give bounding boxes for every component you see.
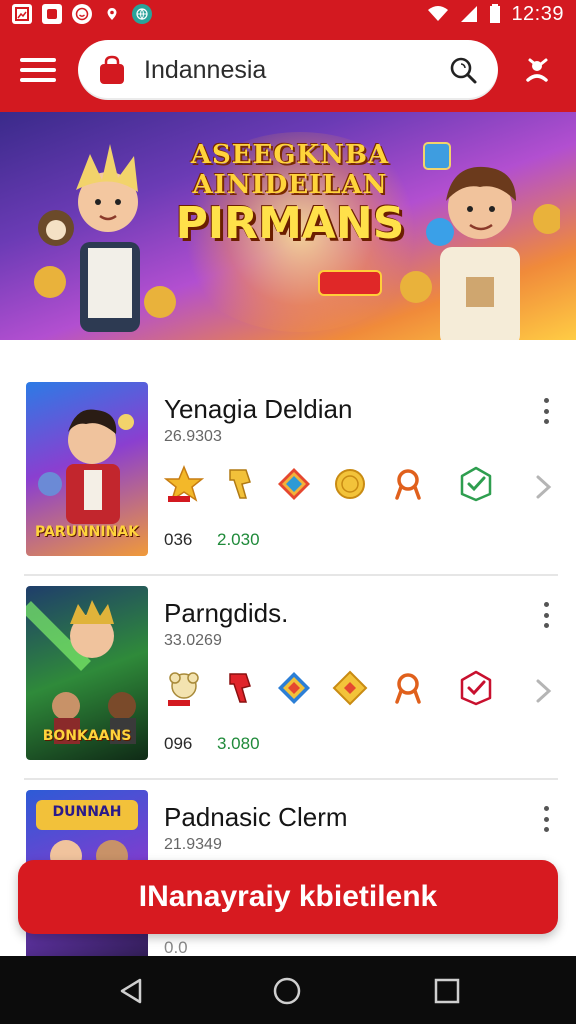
gem-icon <box>332 670 368 706</box>
list-item[interactable]: PARUNNINAK Yenagia Deldian 26.9303 036 2… <box>24 372 558 576</box>
list-item[interactable]: BONKAANS Parngdids. 33.0269 096 3.080 <box>24 576 558 780</box>
search-bar[interactable]: Indannesia <box>78 40 498 100</box>
chevron-right-icon[interactable] <box>532 678 554 704</box>
thumbnail-title: PARUNNINAK <box>34 524 139 540</box>
primary-action-button[interactable]: INanayraiy kbietilenk <box>18 860 558 934</box>
game-code: 21.9349 <box>164 836 222 853</box>
profile-icon[interactable] <box>522 56 552 86</box>
flag-icon <box>229 469 251 499</box>
thumbnail-title: BONKAANS <box>42 728 132 744</box>
search-icon[interactable] <box>448 55 478 85</box>
search-input[interactable]: Indannesia <box>144 56 448 85</box>
game-stat-count: 096 <box>164 734 193 753</box>
shield-check-icon <box>460 670 492 706</box>
reward-icons <box>164 668 544 712</box>
award-icon <box>395 673 421 704</box>
notification-icons <box>12 4 152 24</box>
emoji-icon <box>72 4 92 24</box>
chevron-right-icon[interactable] <box>532 474 554 500</box>
game-title[interactable]: Yenagia Deldian <box>164 394 352 425</box>
flag-icon <box>229 673 251 703</box>
game-thumbnail[interactable]: PARUNNINAK <box>26 382 148 556</box>
signal-icon <box>461 6 478 22</box>
game-stat-count: 036 <box>164 530 193 549</box>
pet-icon <box>168 672 199 706</box>
game-title[interactable]: Parngdids. <box>164 598 288 629</box>
banner-title-line1: ASEEGKNBA AINIDEILAN <box>190 140 390 200</box>
diamond-icon <box>278 468 310 500</box>
right-character-illustration <box>400 142 560 340</box>
battery-icon <box>490 4 501 23</box>
app-header: Indannesia <box>0 28 576 112</box>
game-title[interactable]: Padnasic Clerm <box>164 802 348 833</box>
clock: 12:39 <box>511 2 564 25</box>
system-status: 12:39 <box>427 3 564 26</box>
thumbnail-title: DUNNAH <box>52 804 122 820</box>
game-code: 26.9303 <box>164 428 222 445</box>
banner-title: ASEEGKNBA AINIDEILAN PIRMANS <box>170 140 410 249</box>
hamburger-menu-icon[interactable] <box>20 56 56 84</box>
banner-title-line2: PIRMANS <box>175 198 405 249</box>
game-stat-value: 2.030 <box>217 530 260 549</box>
location-icon <box>102 4 122 24</box>
more-options-icon[interactable] <box>540 806 552 832</box>
gallery-icon <box>12 4 32 24</box>
primary-action-label: INanayraiy kbietilenk <box>138 880 438 913</box>
wifi-icon <box>428 6 449 21</box>
home-icon[interactable] <box>272 976 302 1006</box>
promo-banner[interactable]: ASEEGKNBA AINIDEILAN PIRMANS <box>0 112 576 340</box>
more-options-icon[interactable] <box>540 398 552 424</box>
award-icon <box>395 469 421 500</box>
app-icon <box>42 4 62 24</box>
status-bar: 12:39 <box>0 0 576 28</box>
game-thumbnail[interactable]: BONKAANS <box>26 586 148 760</box>
game-stat-value: 3.080 <box>217 734 260 753</box>
reward-icons <box>164 464 544 508</box>
back-icon[interactable] <box>116 976 146 1006</box>
banner-badge <box>318 270 382 296</box>
star-icon <box>164 465 204 502</box>
game-code: 33.0269 <box>164 632 222 649</box>
game-stat-count: 0.0 <box>164 938 188 957</box>
left-character-illustration <box>34 144 176 332</box>
shopping-bag-icon <box>100 55 124 84</box>
diamond-icon <box>278 672 310 704</box>
recent-apps-icon[interactable] <box>432 976 462 1006</box>
globe-icon <box>132 4 152 24</box>
more-options-icon[interactable] <box>540 602 552 628</box>
system-navigation-bar <box>0 956 576 1024</box>
coin-icon <box>335 469 365 499</box>
shield-check-icon <box>460 466 492 502</box>
